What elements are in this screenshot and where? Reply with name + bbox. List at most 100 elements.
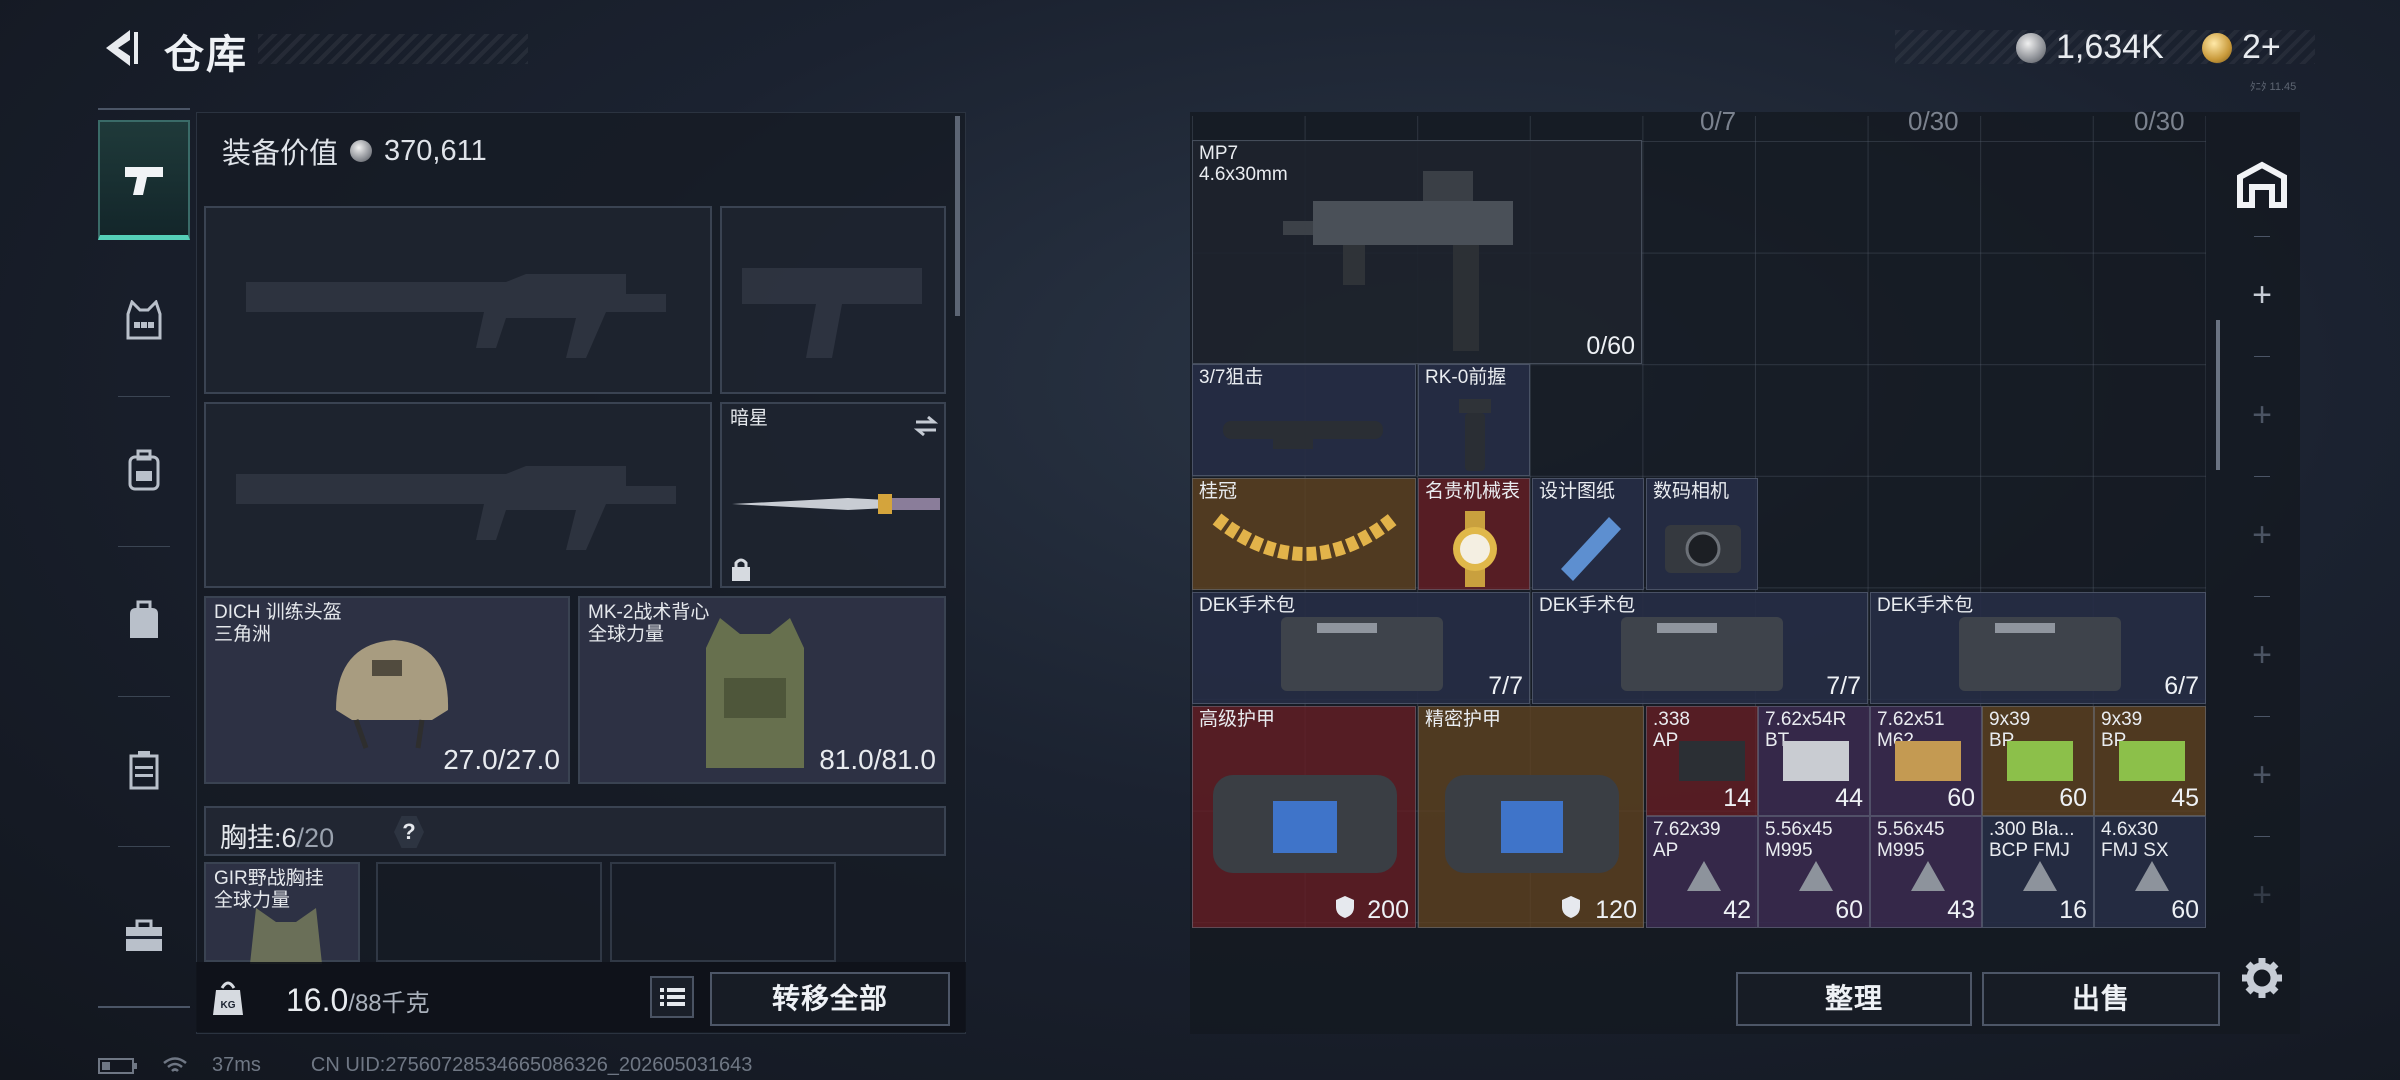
- inventory-item-ammo[interactable]: .338 AP 14: [1646, 706, 1758, 816]
- laurel-crown-icon: [1212, 513, 1398, 561]
- chest-rig-total: /20: [296, 823, 335, 853]
- back-arrow-icon[interactable]: [100, 26, 140, 70]
- watch-icon: [1453, 511, 1497, 587]
- item-name: 高级护甲: [1199, 709, 1276, 730]
- ammo-box-icon: [2119, 741, 2185, 781]
- equipment-value-label: 装备价值: [222, 138, 339, 170]
- blueprint-icon: [1561, 517, 1621, 581]
- tertiary-weapon-slot[interactable]: [204, 402, 712, 588]
- inventory-item-ammo[interactable]: 7.62x54R BT 44: [1758, 706, 1870, 816]
- wifi-icon: [163, 1056, 187, 1072]
- backpack-icon: [128, 449, 160, 491]
- inventory-item-mp7[interactable]: MP7 4.6x30mm 0/60: [1192, 140, 1642, 364]
- helmet-slot[interactable]: DICH 训练头盔 三角洲 27.0/27.0: [204, 596, 570, 784]
- melee-slot[interactable]: 暗星: [720, 402, 946, 588]
- secondary-weapon-slot[interactable]: [720, 206, 946, 394]
- case-icon: [129, 751, 159, 790]
- inventory-item-ammo[interactable]: 9x39 BP 60: [1982, 706, 2094, 816]
- sell-button[interactable]: 出售: [1982, 972, 2220, 1026]
- container-bar: + + + + + +: [2224, 120, 2300, 940]
- rig-item-slot[interactable]: GIR野战胸挂 全球力量: [204, 862, 360, 964]
- smg-icon: [1283, 171, 1513, 351]
- equipment-scrollbar[interactable]: [955, 116, 960, 316]
- item-name: 3/7狙击: [1199, 367, 1264, 388]
- inventory-item-ammo[interactable]: 9x39 BP 45: [2094, 706, 2206, 816]
- nav-weapons[interactable]: [98, 120, 190, 240]
- nav-bags[interactable]: [98, 560, 190, 680]
- armor-repair-bag-icon: [1213, 775, 1397, 873]
- primary-weapon-slot[interactable]: [204, 206, 712, 394]
- inventory-item-surgery-kit[interactable]: DEK手术包 7/7: [1532, 592, 1868, 704]
- swap-icon[interactable]: [912, 414, 940, 438]
- inventory-item-watch[interactable]: 名贵机械表: [1418, 478, 1530, 590]
- item-count: 0/60: [1586, 332, 1635, 360]
- sort-button[interactable]: 整理: [1736, 972, 1972, 1026]
- add-container-button[interactable]: +: [2224, 720, 2300, 830]
- chest-rig-label: 胸挂:: [220, 823, 282, 853]
- rifle-silhouette-icon: [236, 466, 676, 550]
- lock-icon: [732, 558, 750, 581]
- inventory-item-ammo[interactable]: 7.62x51 M62 60: [1870, 706, 1982, 816]
- armor-slot[interactable]: MK-2战术背心 全球力量 81.0/81.0: [578, 596, 946, 784]
- uid: CN UID:2756072853466508­6326_20260503164…: [310, 1054, 753, 1076]
- add-container-button[interactable]: +: [2224, 360, 2300, 470]
- equipment-value-amount: 370,611: [384, 134, 487, 167]
- rig-empty-slot[interactable]: [376, 862, 602, 962]
- item-count: 16: [2059, 896, 2087, 924]
- item-count: 44: [1835, 784, 1863, 812]
- inventory-item-ammo[interactable]: 5.56x45 M995 60: [1758, 816, 1870, 928]
- ammo-box-icon: [1679, 741, 1745, 781]
- inventory-item-scope[interactable]: 3/7狙击: [1192, 364, 1416, 476]
- inventory-item-ammo[interactable]: 5.56x45 M995 43: [1870, 816, 1982, 928]
- helmet-icon: [336, 640, 449, 749]
- nav-containers[interactable]: [98, 710, 190, 830]
- inventory-scrollbar[interactable]: [2216, 320, 2220, 470]
- item-count: 42: [1723, 896, 1751, 924]
- weight-max: /88千克: [348, 990, 430, 1017]
- inventory-item-advanced-armor-kit[interactable]: 高级护甲 200: [1192, 706, 1416, 928]
- category-nav: [98, 108, 190, 1008]
- server-tag: ﾀﾆﾀ 11.45: [2250, 81, 2297, 93]
- nav-backpacks[interactable]: [98, 410, 190, 530]
- silver-coin-icon: [2016, 32, 2046, 63]
- armor-name: MK-2战术背心 全球力量: [588, 602, 710, 645]
- inventory-item-blueprint[interactable]: 设计图纸: [1532, 478, 1644, 590]
- capacity-label: 0/30: [2134, 106, 2185, 136]
- inventory-item-foregrip[interactable]: RK-0前握: [1418, 364, 1530, 476]
- add-container-button[interactable]: +: [2224, 480, 2300, 590]
- ammo-tier-icon: [2135, 861, 2169, 891]
- vest-icon: [706, 618, 804, 768]
- gear-icon[interactable]: [2240, 956, 2284, 1000]
- nav-toolbox[interactable]: [98, 876, 190, 996]
- transfer-all-button[interactable]: 转移全部: [710, 972, 950, 1026]
- item-count: 14: [1723, 784, 1751, 812]
- inventory-item-ammo[interactable]: 7.62x39 AP 42: [1646, 816, 1758, 928]
- grip-icon: [1459, 399, 1491, 471]
- inventory-item-camera[interactable]: 数码相机: [1646, 478, 1758, 590]
- warehouse-tab[interactable]: [2224, 130, 2300, 240]
- inventory-item-precision-armor-kit[interactable]: 精密护甲 120: [1418, 706, 1644, 928]
- item-count: 60: [2171, 896, 2199, 924]
- chest-rig-icon: [250, 908, 322, 964]
- svg-text:KG: KG: [221, 1000, 236, 1011]
- rig-empty-slot[interactable]: [610, 862, 836, 962]
- nav-vests[interactable]: [98, 260, 190, 380]
- inventory-item-surgery-kit[interactable]: DEK手术包 7/7: [1192, 592, 1530, 704]
- inventory-item-ammo[interactable]: 4.6x30 FMJ SX 60: [2094, 816, 2206, 928]
- silver-currency[interactable]: 1,634K: [2016, 28, 2164, 67]
- inventory-item-ammo[interactable]: .300 Bla... BCP FMJ 16: [1982, 816, 2094, 928]
- ammo-box-icon: [1783, 741, 1849, 781]
- gold-currency[interactable]: 2+: [2202, 28, 2281, 67]
- item-name: 5.56x45 M995: [1877, 819, 1945, 861]
- list-view-button[interactable]: [650, 976, 694, 1018]
- add-container-button[interactable]: +: [2224, 240, 2300, 350]
- medkit-icon: [1959, 617, 2121, 691]
- gold-amount: 2+: [2242, 28, 2281, 66]
- inventory-item-surgery-kit[interactable]: DEK手术包 6/7: [1870, 592, 2206, 704]
- rifle-silhouette-icon: [246, 274, 666, 358]
- inventory-item-laurel[interactable]: 桂冠: [1192, 478, 1416, 590]
- add-container-button[interactable]: +: [2224, 600, 2300, 710]
- item-count: 7/7: [1488, 672, 1523, 700]
- medkit-icon: [1621, 617, 1783, 691]
- add-container-button[interactable]: +: [2224, 840, 2300, 950]
